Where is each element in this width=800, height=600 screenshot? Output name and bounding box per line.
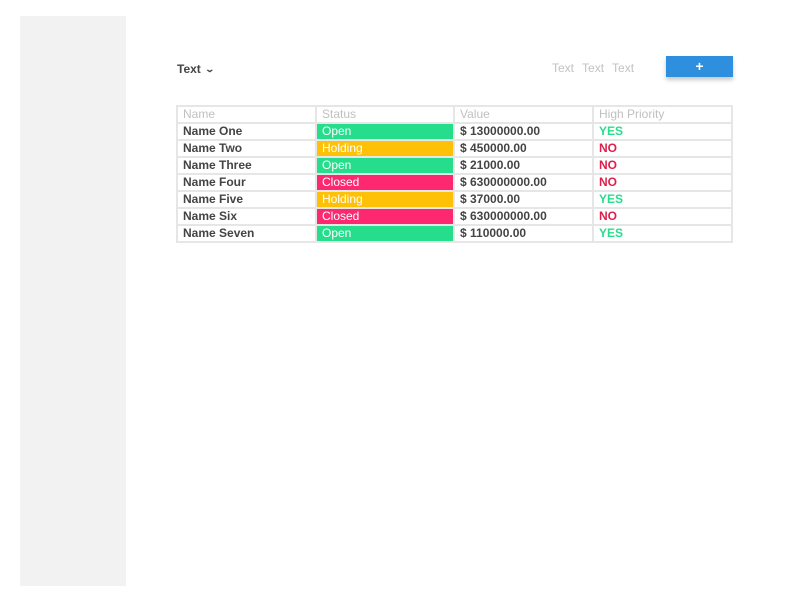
column-header-status[interactable]: Status (315, 105, 455, 124)
cell-high-priority: YES (592, 122, 733, 141)
table-row[interactable]: Name One Open $ 13000000.00 YES (176, 122, 733, 141)
toolbar-links: Text Text Text (552, 61, 642, 75)
add-button[interactable]: + (666, 56, 733, 77)
table-row[interactable]: Name Four Closed $ 630000000.00 NO (176, 173, 733, 192)
column-header-name[interactable]: Name (176, 105, 317, 124)
cell-high-priority: NO (592, 173, 733, 192)
dropdown-label: Text (177, 62, 201, 76)
cell-name: Name Three (176, 156, 317, 175)
cell-name: Name Six (176, 207, 317, 226)
status-badge: Holding (315, 139, 455, 158)
status-badge: Open (315, 122, 455, 141)
table-row[interactable]: Name Six Closed $ 630000000.00 NO (176, 207, 733, 226)
column-header-high-priority[interactable]: High Priority (592, 105, 733, 124)
cell-name: Name Seven (176, 224, 317, 243)
cell-high-priority: NO (592, 139, 733, 158)
table-row[interactable]: Name Three Open $ 21000.00 NO (176, 156, 733, 175)
status-badge: Holding (315, 190, 455, 209)
table-row[interactable]: Name Seven Open $ 110000.00 YES (176, 224, 733, 243)
cell-value: $ 630000000.00 (453, 207, 594, 226)
toolbar-link-2[interactable]: Text (582, 61, 604, 75)
toolbar-link-3[interactable]: Text (612, 61, 634, 75)
cell-value: $ 13000000.00 (453, 122, 594, 141)
cell-high-priority: NO (592, 156, 733, 175)
cell-name: Name Five (176, 190, 317, 209)
cell-value: $ 21000.00 (453, 156, 594, 175)
sidebar (20, 16, 126, 586)
cell-high-priority: NO (592, 207, 733, 226)
cell-high-priority: YES (592, 224, 733, 243)
table-row[interactable]: Name Five Holding $ 37000.00 YES (176, 190, 733, 209)
table-row[interactable]: Name Two Holding $ 450000.00 NO (176, 139, 733, 158)
column-header-value[interactable]: Value (453, 105, 594, 124)
cell-value: $ 450000.00 (453, 139, 594, 158)
cell-value: $ 630000000.00 (453, 173, 594, 192)
status-badge: Open (315, 224, 455, 243)
status-badge: Open (315, 156, 455, 175)
cell-value: $ 37000.00 (453, 190, 594, 209)
data-table: Name Status Value High Priority Name One… (176, 105, 733, 243)
cell-name: Name One (176, 122, 317, 141)
toolbar-link-1[interactable]: Text (552, 61, 574, 75)
text-dropdown[interactable]: Text ⌄ (177, 61, 215, 77)
cell-name: Name Four (176, 173, 317, 192)
status-badge: Closed (315, 173, 455, 192)
cell-high-priority: YES (592, 190, 733, 209)
cell-name: Name Two (176, 139, 317, 158)
cell-value: $ 110000.00 (453, 224, 594, 243)
status-badge: Closed (315, 207, 455, 226)
chevron-down-icon: ⌄ (204, 63, 215, 74)
table-header-row: Name Status Value High Priority (176, 105, 733, 124)
